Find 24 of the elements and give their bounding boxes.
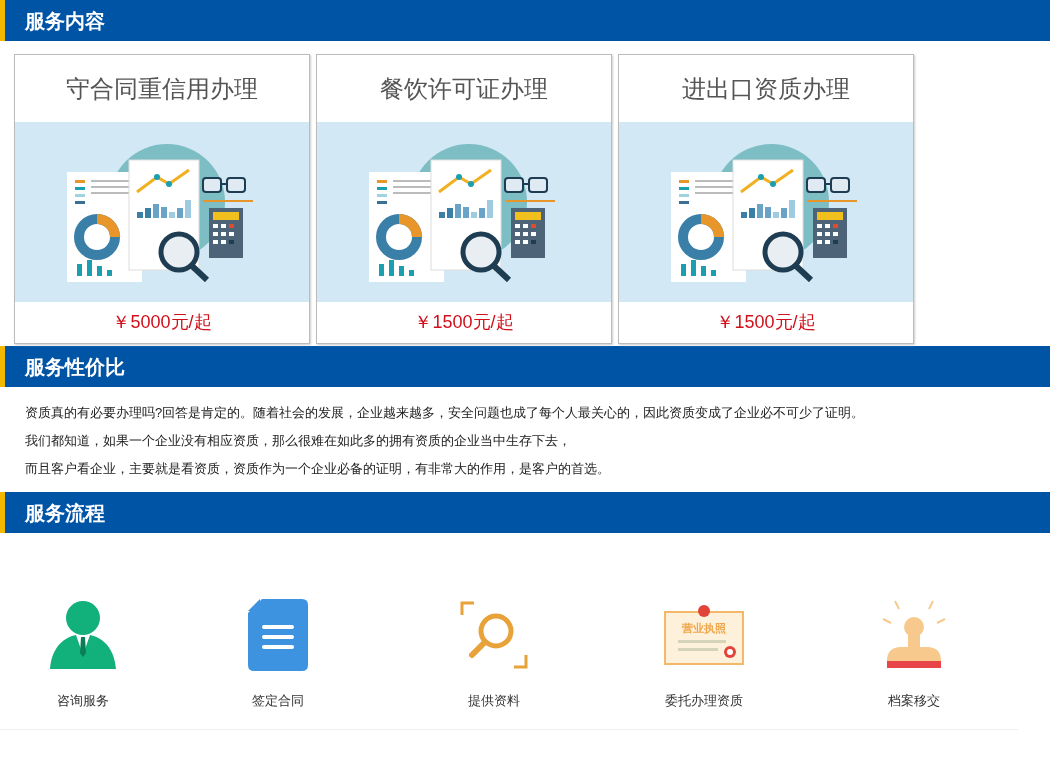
card-price: ￥1500元/起 [715, 311, 817, 334]
step-label: 签定合同 [252, 692, 304, 710]
person-icon [50, 601, 116, 669]
section-title: 服务性价比 [25, 354, 125, 380]
card-title: 进出口资质办理 [681, 73, 851, 104]
step-label: 提供资料 [468, 692, 520, 710]
service-card[interactable]: 进出口资质办理 ￥1500元/起 [618, 54, 914, 344]
section-title: 服务内容 [25, 8, 105, 34]
card-price: ￥1500元/起 [413, 311, 515, 334]
service-card[interactable]: 餐饮许可证办理 ￥1500元/起 [316, 54, 612, 344]
step-label: 档案移交 [888, 692, 940, 710]
card-title: 守合同重信用办理 [65, 73, 259, 104]
description-text: 而且客户看企业，主要就是看资质，资质作为一个企业必备的证明，有非常大的作用，是客户的首选。 [25, 460, 611, 478]
search-icon [460, 601, 528, 669]
card-title: 餐饮许可证办理 [379, 73, 549, 104]
description-text: 资质真的有必要办理吗?回答是肯定的。随着社会的发展，企业越来越多，安全问题也成了每个人最关心的，因此资质变成了企业必不可少了证明。 [25, 404, 866, 422]
service-card[interactable]: 守合同重信用办理 ￥5000元/起 [14, 54, 310, 344]
step-label: 咨询服务 [57, 692, 109, 710]
step-label: 委托办理资质 [665, 692, 743, 710]
description-text: 我们都知道，如果一个企业没有相应资质，那么很难在如此多的拥有资质的企业当中生存下去， [25, 432, 572, 450]
section-title: 服务流程 [25, 500, 105, 526]
document-icon [248, 599, 308, 671]
stamp-icon [881, 599, 947, 671]
card-price: ￥5000元/起 [111, 311, 213, 334]
